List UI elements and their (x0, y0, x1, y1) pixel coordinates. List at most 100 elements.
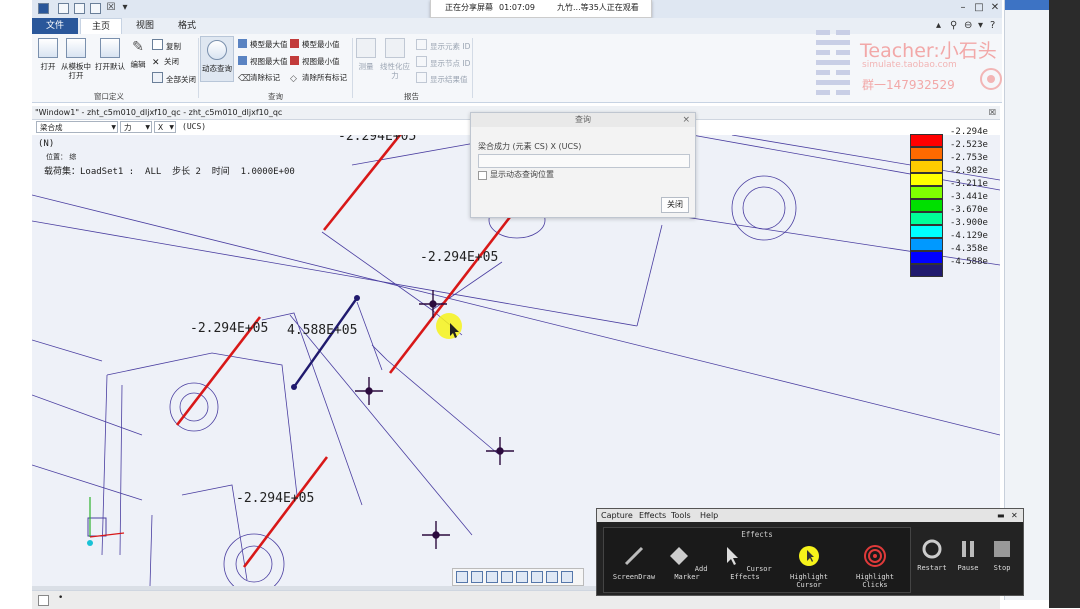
minimize-icon[interactable]: – (956, 1, 970, 15)
color-legend: -2.294e -2.523e -2.753e -2.982e -3.211e … (910, 127, 1000, 277)
close-document-icon[interactable]: ☒ (989, 106, 996, 119)
watermark-group: 群一147932529 (862, 78, 955, 92)
group-separator (198, 38, 199, 98)
stop-button[interactable]: Stop (987, 539, 1017, 572)
help-icon[interactable]: ? (990, 20, 995, 31)
clear-all-marks-button[interactable]: ◇ 清除所有标记 (290, 72, 347, 84)
open-button[interactable]: 打开 (36, 38, 60, 71)
beam-result-red (388, 216, 512, 374)
view-max-button[interactable]: 视图最大值 (238, 56, 288, 67)
menu-tools[interactable]: Tools (671, 509, 691, 522)
force-beams (175, 135, 512, 568)
caret-up-icon[interactable]: ▴ (936, 20, 941, 31)
tab-file[interactable]: 文件 (32, 18, 78, 34)
menu-help[interactable]: Help (700, 509, 718, 522)
hole-outline (223, 533, 285, 586)
cursor-effects-button[interactable]: Cursor Effects (714, 544, 776, 581)
open-default-icon (100, 38, 120, 58)
options-dropdown-icon[interactable]: ▾ (978, 20, 983, 31)
pause-button[interactable]: Pause (953, 539, 983, 572)
save-icon[interactable] (74, 3, 85, 14)
maximize-icon[interactable]: □ (972, 1, 986, 15)
qat-dropdown-icon[interactable]: ▾ (118, 1, 132, 15)
globe-icon[interactable]: ⊖ (964, 20, 972, 31)
restart-button[interactable]: Restart (915, 539, 949, 572)
status-checkbox[interactable] (38, 595, 49, 606)
dynamic-query-button[interactable]: 动态查询 (200, 36, 234, 82)
close-all-button[interactable]: 全部关闭 (152, 72, 196, 85)
legend-swatch (910, 173, 943, 186)
component-select[interactable]: 力 ▼ (120, 121, 152, 133)
query-gear-icon (207, 40, 227, 60)
legend-level: -3.211e (950, 179, 988, 189)
clear-marks-button[interactable]: ⌫清除标记 (238, 72, 280, 84)
effects-group: Effects ScreenDraw Add Marker Cursor Eff… (603, 527, 911, 593)
target-icon (864, 545, 886, 567)
share-time: 01:07:09 (499, 3, 535, 12)
highlight-clicks-button[interactable]: Highlight Clicks (842, 544, 908, 589)
close-window-icon[interactable]: ✕ (988, 1, 1002, 15)
screen-draw-button[interactable]: ScreenDraw (608, 544, 660, 581)
query-result-label: 梁合成力 (元素 CS) X (UCS) (478, 142, 582, 151)
show-node-id-button[interactable]: 显示节点 ID (416, 56, 470, 69)
model-min-button[interactable]: 模型最小值 (290, 39, 340, 50)
zoom-fit-icon[interactable] (456, 571, 468, 583)
pan-icon[interactable] (516, 571, 528, 583)
axis-select[interactable]: X ▼ (154, 121, 176, 133)
quantity-select[interactable]: 梁合成 ▼ (36, 121, 118, 133)
new-file-icon[interactable] (58, 3, 69, 14)
tab-home[interactable]: 主页 (80, 18, 122, 34)
pause-icon (962, 541, 974, 557)
spin-center-icon[interactable] (561, 571, 573, 583)
legend-level: -2.982e (950, 166, 988, 176)
copy-button[interactable]: 复制 (152, 39, 181, 52)
group-label-window: 窗口定义 (94, 92, 124, 101)
menu-capture[interactable]: Capture (601, 509, 633, 522)
tab-format[interactable]: 格式 (172, 18, 202, 34)
frame-line (32, 194, 1000, 436)
highlight-cursor-button[interactable]: Highlight Cursor (776, 544, 842, 589)
zoom-out-icon[interactable] (486, 571, 498, 583)
share-status: 正在分享屏幕 (445, 3, 493, 12)
close-file-icon[interactable]: ☒ (104, 1, 118, 15)
save-as-icon[interactable] (90, 3, 101, 14)
view-orient-icon[interactable] (546, 571, 558, 583)
hole-outline (235, 545, 273, 583)
result-annotation: -2.294E+05 (420, 250, 499, 265)
legend-level: -2.523e (950, 140, 988, 150)
show-element-id-button[interactable]: 显示元素 ID (416, 39, 470, 52)
legend-level: -3.670e (950, 205, 988, 215)
highlight-cursor-halo (436, 313, 462, 339)
panel-close-icon[interactable]: ✕ (1011, 509, 1018, 522)
query-result-field[interactable] (478, 154, 690, 168)
show-dynamic-position-checkbox[interactable] (478, 171, 487, 180)
panel-minimize-icon[interactable]: ▬ (997, 509, 1005, 522)
linearize-stress-button[interactable]: 线性化应 力 (378, 38, 412, 80)
show-result-value-button[interactable]: 显示结果值 (416, 72, 468, 85)
dialog-close-icon[interactable]: × (682, 113, 690, 127)
model-max-button[interactable]: 模型最大值 (238, 39, 288, 50)
zoom-window-icon[interactable] (501, 571, 513, 583)
legend-level: -2.294e (950, 127, 988, 137)
close-button[interactable]: ✕ 关闭 (152, 56, 179, 68)
pen-icon (624, 546, 644, 566)
open-default-button[interactable]: 打开默认 (94, 38, 126, 71)
search-icon[interactable]: ⚲ (950, 20, 957, 31)
tab-view[interactable]: 视图 (130, 18, 160, 34)
zoom-in-icon[interactable] (471, 571, 483, 583)
menu-effects[interactable]: Effects (639, 509, 666, 522)
legend-swatch (910, 160, 943, 173)
edit-button[interactable]: ✎ 编辑 (128, 38, 148, 69)
side-panel-header (1005, 0, 1050, 10)
add-marker-button[interactable]: Add Marker (660, 544, 714, 581)
result-value-icon (416, 72, 427, 83)
chevron-down-icon: ▼ (145, 124, 150, 131)
dialog-close-button[interactable]: 关闭 (661, 197, 689, 213)
view-min-button[interactable]: 视图最小值 (290, 56, 340, 67)
group-separator (472, 38, 473, 98)
open-from-template-button[interactable]: 从模板中 打开 (60, 38, 92, 80)
rotate-icon[interactable] (531, 571, 543, 583)
result-annotation: -2.294E+05 (190, 321, 269, 336)
legend-level: -4.358e (950, 244, 988, 254)
measure-button[interactable]: 测量 (354, 38, 378, 71)
